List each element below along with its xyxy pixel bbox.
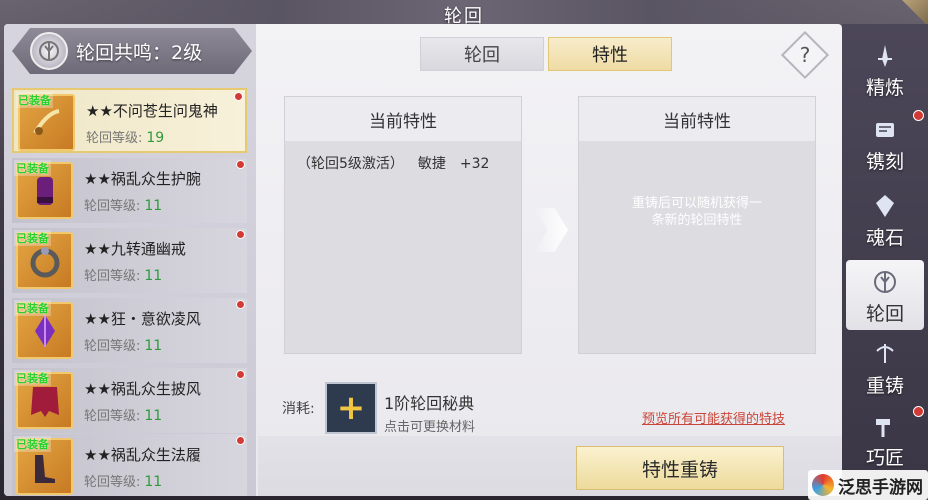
equipment-item[interactable]: 已装备 ★★九转通幽戒 轮回等级: 11 [12, 228, 247, 293]
item-name: ★★九转通幽戒 [84, 240, 186, 258]
item-level: 轮回等级: 11 [84, 338, 163, 354]
material-name: 1阶轮回秘典 [384, 394, 475, 413]
resonance-level-label: 轮回共鸣：2级 [76, 42, 203, 64]
watermark-text: 泛思手游网 [838, 477, 923, 498]
new-trait-panel: 当前特性 重铸后可以随机获得一 条新的轮回特性 [578, 96, 816, 354]
item-level: 轮回等级: 11 [84, 474, 163, 490]
soulstone-icon [870, 191, 900, 221]
item-level: 轮回等级: 11 [84, 198, 163, 214]
nav-label: 巧匠 [865, 447, 904, 469]
add-material-icon: + [336, 388, 366, 428]
notification-dot [236, 160, 245, 169]
equipped-badge: 已装备 [14, 436, 51, 452]
nav-item-engrave[interactable]: 镌刻 [846, 108, 924, 178]
equipped-badge: 已装备 [14, 300, 51, 316]
reforge-note: 重铸后可以随机获得一 条新的轮回特性 [631, 196, 762, 228]
reforge-button[interactable]: 特性重铸 [576, 446, 784, 490]
preview-traits-link[interactable]: 预览所有可能获得的特技 [642, 408, 785, 427]
item-level: 轮回等级: 11 [84, 268, 163, 284]
nav-label: 魂石 [865, 227, 904, 249]
equipped-badge: 已装备 [14, 160, 51, 176]
equipment-item[interactable]: 已装备 ★★祸乱众生护腕 轮回等级: 11 [12, 158, 247, 223]
reforge-icon [870, 339, 900, 369]
equipment-item[interactable]: 已装备 ★★狂・意欲凌风 轮回等级: 11 [12, 298, 247, 363]
trait-condition: （轮回5级激活） [297, 156, 404, 172]
item-level: 轮回等级: 19 [86, 130, 165, 146]
notification-dot [236, 436, 245, 445]
current-trait-title: 当前特性 [285, 97, 521, 141]
help-icon[interactable]: ? [788, 38, 822, 72]
nav-item-refine[interactable]: 精炼 [846, 34, 924, 104]
resonance-emblem-icon [30, 32, 68, 70]
trait-attribute: 敏捷 [417, 156, 446, 172]
site-watermark: 泛思手游网 [808, 470, 928, 500]
nav-label: 精炼 [865, 77, 904, 99]
nav-label: 镌刻 [865, 151, 904, 173]
nav-item-soulstone[interactable]: 魂石 [846, 184, 924, 254]
notification-dot [234, 92, 243, 101]
equipment-item[interactable]: 已装备 ★★祸乱众生披风 轮回等级: 11 [12, 368, 247, 433]
item-level: 轮回等级: 11 [84, 408, 163, 424]
trait-value: +32 [459, 156, 490, 172]
equipped-badge: 已装备 [16, 92, 53, 108]
material-hint: 点击可更换材料 [384, 420, 476, 435]
notification-dot [913, 406, 924, 417]
tab-texing[interactable]: 特性 [548, 37, 672, 71]
current-trait-panel: 当前特性 （轮回5级激活） 敏捷 +32 [284, 96, 522, 354]
watermark-logo-icon [812, 474, 834, 496]
notification-dot [236, 370, 245, 379]
engrave-icon [870, 115, 900, 145]
sword-icon [870, 41, 900, 71]
consume-label: 消耗: [282, 401, 315, 417]
craftsman-icon [870, 411, 900, 441]
nav-item-reincarnation[interactable]: 轮回 [846, 260, 924, 330]
equipped-badge: 已装备 [14, 230, 51, 246]
nav-label: 轮回 [865, 303, 904, 325]
equipped-badge: 已装备 [14, 370, 51, 386]
material-slot[interactable]: + [325, 382, 377, 434]
equipment-item[interactable]: 已装备 ★★不问苍生问鬼神 轮回等级: 19 [12, 88, 247, 153]
item-name: ★★祸乱众生法履 [84, 446, 201, 464]
item-name: ★★祸乱众生披风 [84, 380, 201, 398]
notification-dot [913, 110, 924, 121]
item-name: ★★狂・意欲凌风 [84, 310, 201, 328]
notification-dot [236, 300, 245, 309]
trait-line: （轮回5级激活） 敏捷 +32 [297, 153, 503, 173]
nav-item-reforge[interactable]: 重铸 [846, 332, 924, 402]
nav-item-craftsman[interactable]: 巧匠 [846, 404, 924, 474]
notification-dot [236, 230, 245, 239]
new-trait-title: 当前特性 [579, 97, 815, 141]
reincarnation-icon [870, 267, 900, 297]
item-name: ★★祸乱众生护腕 [84, 170, 201, 188]
nav-label: 重铸 [865, 375, 904, 397]
tab-lunhui[interactable]: 轮回 [420, 37, 544, 71]
equipment-item[interactable]: 已装备 ★★祸乱众生法履 轮回等级: 11 [12, 434, 247, 496]
item-name: ★★不问苍生问鬼神 [86, 102, 218, 120]
